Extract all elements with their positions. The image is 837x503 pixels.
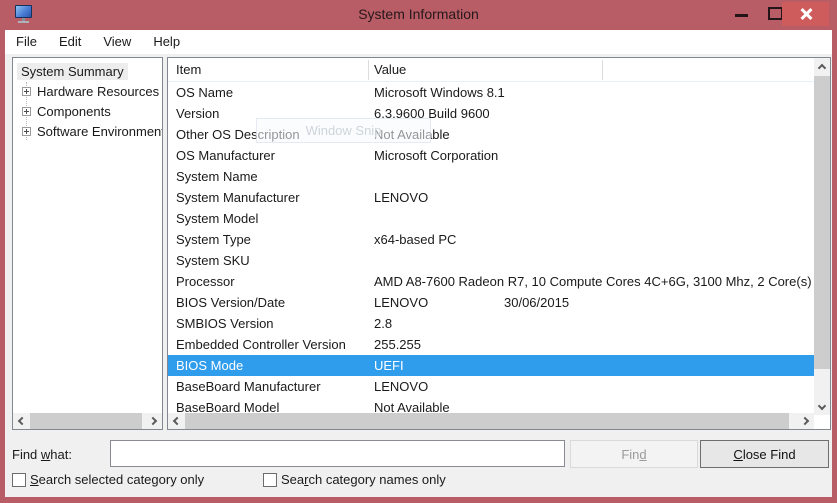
tree-item-label: Software Environment [37,124,163,139]
table-vertical-scrollbar[interactable] [814,58,830,415]
table-row[interactable]: SMBIOS Version 2.8 [168,313,816,334]
search-selected-category-checkbox[interactable]: Search selected category only [12,472,204,487]
item-cell: System Manufacturer [176,190,300,205]
tree-item-label: Components [37,104,111,119]
minimize-button[interactable] [724,0,760,28]
details-table-panel: Item Value OS Name Microsoft Windows 8.1 V… [167,57,831,430]
item-cell: BIOS Version/Date [176,295,285,310]
window-title: System Information [0,6,837,22]
menu-bar: FileEditViewHelp [5,30,832,54]
table-horizontal-scrollbar[interactable] [168,413,814,429]
table-row[interactable]: OS Name Microsoft Windows 8.1 [168,82,816,103]
value-cell: x64-based PC [374,232,456,247]
menu-item-view[interactable]: View [92,30,142,54]
search-category-names-checkbox[interactable]: Search category names only [263,472,446,487]
checkbox-label[interactable]: Search category names only [281,472,446,487]
find-button[interactable]: Find [570,440,698,468]
window-body: FileEditViewHelp System Summary Hardware… [5,30,832,497]
table-row[interactable]: System Name [168,166,816,187]
column-divider[interactable] [368,60,369,80]
table-row[interactable]: BIOS Mode UEFI [168,355,816,376]
menu-item-file[interactable]: File [5,30,48,54]
table-row[interactable]: OS Manufacturer Microsoft Corporation [168,145,816,166]
expand-plus-icon[interactable] [22,107,31,116]
value-cell: Microsoft Corporation [374,148,498,163]
window-snip-label: Window Snip [306,123,382,138]
item-cell: SMBIOS Version [176,316,274,331]
system-information-window: System Information FileEditViewHelp Syst… [0,0,837,503]
value-cell: 255.255 [374,337,421,352]
value-cell: LENOVO [374,295,428,310]
value-cell: LENOVO [374,190,428,205]
close-button[interactable] [782,2,829,26]
table-row[interactable]: Processor AMD A8-7600 Radeon R7, 10 Compu… [168,271,816,292]
value-cell: Microsoft Windows 8.1 [374,85,505,100]
value-cell-2: 30/06/2015 [504,295,569,310]
item-cell: System Name [176,169,258,184]
tree-item-software-environment[interactable]: Software Environment [13,122,162,142]
table-vscroll-thumb[interactable] [814,76,830,369]
title-bar: System Information [0,0,837,30]
checkbox-icon[interactable] [12,473,26,487]
category-tree-panel: System Summary Hardware Resources Compone… [12,57,163,430]
window-snip-ghost-overlay: Window Snip [256,118,431,143]
item-cell: BIOS Mode [176,358,243,373]
column-divider[interactable] [602,60,603,80]
table-header: Item Value [168,58,814,82]
tree-horizontal-scrollbar[interactable] [13,413,162,429]
scroll-right-icon[interactable] [798,413,814,428]
close-find-button[interactable]: Close Find [700,440,829,468]
item-cell: Version [176,106,219,121]
expand-plus-icon[interactable] [22,127,31,136]
find-input[interactable] [110,440,565,467]
tree-item-hardware-resources[interactable]: Hardware Resources [13,82,162,102]
column-header-item[interactable]: Item [176,62,201,77]
item-cell: System Type [176,232,251,247]
scroll-right-icon[interactable] [146,413,162,428]
menu-item-help[interactable]: Help [142,30,191,54]
expand-plus-icon[interactable] [22,87,31,96]
maximize-icon [768,7,783,20]
menu-item-edit[interactable]: Edit [48,30,92,54]
table-row[interactable]: System SKU [168,250,816,271]
item-cell: OS Manufacturer [176,148,275,163]
checkbox-label[interactable]: Search selected category only [30,472,204,487]
close-icon [799,7,813,21]
item-cell: BaseBoard Manufacturer [176,379,321,394]
tree-item-label: Hardware Resources [37,84,159,99]
scroll-up-icon[interactable] [814,59,830,74]
item-cell: System SKU [176,253,250,268]
tree-item-components[interactable]: Components [13,102,162,122]
checkbox-icon[interactable] [263,473,277,487]
tree-item-system-summary[interactable]: System Summary [17,63,128,80]
column-header-value[interactable]: Value [374,62,406,77]
table-hscroll-thumb[interactable] [185,413,789,429]
value-cell: LENOVO [374,379,428,394]
value-cell: 2.8 [374,316,392,331]
item-cell: Processor [176,274,235,289]
item-cell: System Model [176,211,258,226]
table-row[interactable]: BIOS Version/Date LENOVO 30/06/2015 [168,292,816,313]
scroll-left-icon[interactable] [168,413,184,428]
scroll-left-icon[interactable] [13,413,29,428]
table-row[interactable]: BaseBoard Manufacturer LENOVO [168,376,816,397]
find-what-label: Find what: [12,447,72,462]
table-row[interactable]: Embedded Controller Version 255.255 [168,334,816,355]
value-cell: UEFI [374,358,404,373]
minimize-icon [735,14,748,17]
item-cell: Embedded Controller Version [176,337,346,352]
scroll-down-icon[interactable] [814,399,830,414]
table-row[interactable]: System Manufacturer LENOVO [168,187,816,208]
value-cell: AMD A8-7600 Radeon R7, 10 Compute Cores … [374,274,812,289]
table-row[interactable]: System Type x64-based PC [168,229,816,250]
tree-children: Hardware Resources Components Software Env… [13,82,162,142]
item-cell: OS Name [176,85,233,100]
msinfo-app-icon [15,5,33,24]
table-row[interactable]: System Model [168,208,816,229]
tree-hscroll-thumb[interactable] [30,413,142,429]
